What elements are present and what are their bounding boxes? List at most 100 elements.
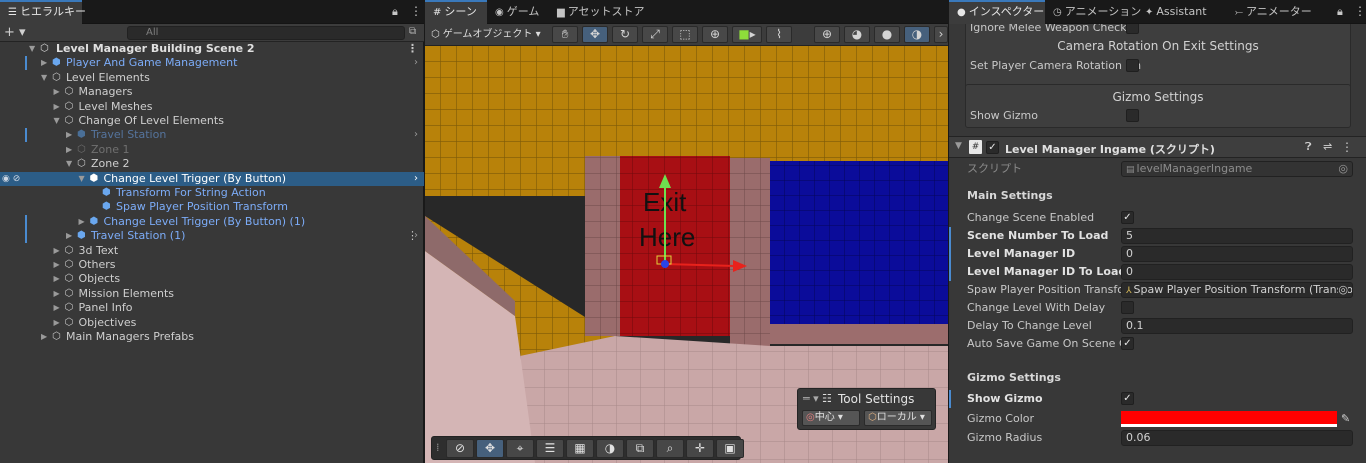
hierarchy-row[interactable]: ▶ ⬡ 3d Text [0, 244, 424, 258]
eyedropper-icon[interactable]: ✎ [1341, 412, 1350, 425]
hierarchy-row[interactable]: ▶ ⬡ Mission Elements [0, 287, 424, 301]
collapse-arrow-icon[interactable]: ▼ [41, 71, 47, 85]
global-view-button[interactable]: ⊕ [814, 26, 840, 43]
camera-button[interactable]: ▣ [716, 439, 744, 458]
visibility-button[interactable]: ◑ [596, 439, 624, 458]
object-picker-icon[interactable]: ◎ [1338, 162, 1348, 176]
expand-arrow-icon[interactable]: ▶ [54, 244, 60, 258]
pan-button[interactable]: ✛ [686, 439, 714, 458]
expand-arrow-icon[interactable]: ▶ [66, 229, 72, 243]
scene-number-input[interactable]: 5 [1121, 228, 1353, 244]
hand-tool-button[interactable]: ✋︎ [552, 26, 578, 43]
visibility-toggle-icon[interactable]: ◉ ⊘ [2, 172, 20, 186]
set-camera-checkbox[interactable] [1126, 59, 1139, 72]
component-enabled-checkbox[interactable]: ✓ [986, 141, 999, 154]
hierarchy-row[interactable]: ▶ ⬡ Objects [0, 272, 424, 286]
tool-settings-overlay[interactable]: ═ ▾ ☷ Tool Settings ◎中心 ▾ ⬡ローカル ▾ [797, 388, 936, 430]
collapse-arrow-icon[interactable]: ▼ [54, 114, 60, 128]
tab-inspector[interactable]: ● インスペクター [949, 0, 1045, 24]
rect-tool-button[interactable]: ⬚ [672, 26, 698, 43]
open-prefab-icon[interactable]: › [414, 128, 418, 142]
overlay-drag-handle-icon[interactable]: ⁞ [436, 441, 440, 454]
help-icon[interactable]: ❓︎ [1305, 140, 1312, 154]
hierarchy-row[interactable]: ▶ ⬢ Travel Station (1) › ⋮ [0, 229, 424, 244]
hierarchy-row[interactable]: ▶ ⬡ Others [0, 258, 424, 272]
custom-tool-button[interactable]: ■▸ [732, 26, 762, 43]
autosave-checkbox[interactable]: ✓ [1121, 337, 1134, 350]
expand-arrow-icon[interactable]: ▶ [41, 330, 47, 344]
transform-tool-button[interactable]: ⊕ [702, 26, 728, 43]
inspector-more-icon[interactable]: ⋮ [1354, 4, 1366, 18]
hierarchy-row[interactable]: ⬢ Spaw Player Position Transform [0, 200, 424, 214]
collapse-arrow-icon[interactable]: ▼ [66, 157, 72, 171]
hierarchy-row[interactable]: ▶ ⬡ Objectives [0, 316, 424, 330]
gizmo-color-swatch[interactable] [1121, 411, 1337, 427]
hierarchy-row[interactable]: ▶ ⬡ Zone 1 [0, 143, 424, 157]
expand-arrow-icon[interactable]: ▶ [54, 100, 60, 114]
expand-arrow-icon[interactable]: ▶ [66, 128, 72, 142]
change-with-delay-checkbox[interactable] [1121, 301, 1134, 314]
zoom-button[interactable]: ⌕ [656, 439, 684, 458]
expand-arrow-icon[interactable]: ▶ [54, 301, 60, 315]
hierarchy-row[interactable]: ▼ ⬡ Level Elements [0, 71, 424, 85]
expand-arrow-icon[interactable]: ▼ [29, 42, 35, 56]
expand-arrow-icon[interactable]: ▶ [66, 143, 72, 157]
align-tool-button[interactable]: ☰ [536, 439, 564, 458]
tab-assistant[interactable]: ✦ Assistant [1137, 0, 1227, 24]
level-manager-id-to-load-input[interactable]: 0 [1121, 264, 1353, 280]
more-menu-icon[interactable]: ⋮ [410, 4, 422, 18]
tab-game[interactable]: ◉ ゲーム [487, 0, 547, 24]
hierarchy-row[interactable]: ⬢ Transform For String Action [0, 186, 424, 200]
hierarchy-row[interactable]: ▶ ⬢ Travel Station › [0, 128, 424, 143]
pivot-rotation-dropdown[interactable]: ⬡ローカル ▾ [864, 410, 932, 426]
snap-tool-button[interactable]: ⌖ [506, 439, 534, 458]
show-gizmo-checkbox-2[interactable]: ✓ [1121, 392, 1134, 405]
hierarchy-row[interactable]: ▼ ⬡ Change Of Level Elements [0, 114, 424, 128]
hierarchy-row[interactable]: ▶ ⬡ Panel Info [0, 301, 424, 315]
expand-arrow-icon[interactable]: ▶ [54, 316, 60, 330]
spaw-player-field[interactable]: ⅄ Spaw Player Position Transform (Transfo… [1121, 282, 1353, 298]
hierarchy-search-input[interactable]: All [127, 26, 405, 40]
open-prefab-icon[interactable]: › [414, 56, 418, 70]
expand-arrow-icon[interactable]: ▶ [41, 56, 47, 70]
tab-animation[interactable]: ◷ アニメーション [1045, 0, 1141, 24]
collapse-arrow-icon[interactable]: ▼ [79, 172, 85, 186]
level-manager-id-input[interactable]: 0 [1121, 246, 1353, 262]
expand-arrow-icon[interactable]: ▶ [54, 287, 60, 301]
lock-icon[interactable]: 🔒︎ [392, 5, 398, 19]
create-dropdown-button[interactable]: + ▾ [4, 25, 26, 40]
hierarchy-row[interactable]: ▶ ⬡ Level Meshes [0, 100, 424, 114]
layers-button[interactable]: ⧉ [626, 439, 654, 458]
spaw-object-picker-icon[interactable]: ◎ [1338, 283, 1348, 297]
hierarchy-row-selected[interactable]: ◉ ⊘ ▼ ⬢ Change Level Trigger (By Button) › [0, 171, 424, 186]
scene-filter-icon[interactable]: ⧉ [409, 26, 416, 37]
presets-icon[interactable]: ⇌ [1323, 140, 1332, 153]
scene-row[interactable]: ▼ ⬡ Level Manager Building Scene 2 ⋮ [0, 42, 424, 56]
hierarchy-row[interactable]: ▶ ⬡ Main Managers Prefabs [0, 330, 424, 344]
inspector-lock-icon[interactable]: 🔒︎ [1337, 5, 1343, 19]
component-menu-icon[interactable]: ⋮ [1341, 140, 1353, 154]
shaded-mode-button[interactable]: ◕ [844, 26, 870, 43]
row-menu-icon[interactable]: ⋮ [407, 229, 418, 243]
hierarchy-row[interactable]: ▶ ⬢ Change Level Trigger (By Button) (1) [0, 214, 424, 229]
grid-snap-button[interactable]: ▦ [566, 439, 594, 458]
ignore-melee-checkbox[interactable] [1126, 24, 1139, 34]
expand-arrow-icon[interactable]: ▶ [54, 258, 60, 272]
hierarchy-row[interactable]: ▶ ⬡ Managers [0, 85, 424, 99]
component-header[interactable]: ▼ # ✓ Level Manager Ingame (スクリプト) ❓︎ ⇌ … [949, 136, 1366, 158]
move-overlay-button[interactable]: ✥ [476, 439, 504, 458]
tab-hierarchy[interactable]: ☰ ヒエラルキー [0, 0, 86, 24]
path-tool-button[interactable]: ⌇ [766, 26, 792, 43]
rotate-tool-button[interactable]: ↻ [612, 26, 638, 43]
unlit-mode-button[interactable]: ● [874, 26, 900, 43]
orientation-tool-button[interactable]: ⊘ [446, 439, 474, 458]
show-gizmo-checkbox-1[interactable] [1126, 109, 1139, 122]
open-prefab-icon[interactable]: › [414, 172, 418, 186]
scale-tool-button[interactable]: ⤢ [642, 26, 668, 43]
move-tool-button[interactable]: ✥ [582, 26, 608, 43]
hierarchy-row[interactable]: ▼ ⬡ Zone 2 [0, 157, 424, 171]
drag-handle-icon[interactable]: ═ ▾ [803, 392, 819, 405]
expand-arrow-icon[interactable]: ▶ [79, 215, 85, 229]
scene-menu-icon[interactable]: ⋮ [407, 42, 418, 56]
scene-viewport[interactable]: Exit Here ═ ▾ ☷ Tool Settings ◎中心 ▾ ⬡ローカ… [425, 46, 948, 463]
